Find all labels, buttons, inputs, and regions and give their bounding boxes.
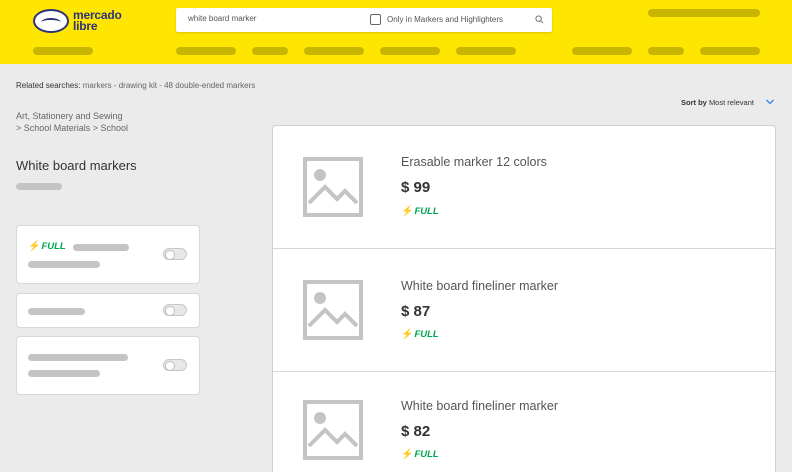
image-placeholder-icon[interactable] (303, 157, 363, 217)
product-price: $ 87 (401, 303, 431, 320)
breadcrumb: Art, Stationery and Sewing > School Mate… (16, 110, 128, 134)
sort-value[interactable]: Most relevant (709, 98, 754, 107)
user-nav-placeholder-2 (648, 47, 684, 55)
product-title[interactable]: White board fineliner marker (401, 399, 558, 413)
full-badge: ⚡ FULL (28, 241, 66, 252)
user-nav-placeholder-3 (700, 47, 760, 55)
search-input[interactable]: white board marker (188, 14, 256, 23)
lightning-bolt-icon: ⚡ (401, 329, 414, 340)
full-label: FULL (414, 206, 439, 217)
full-label: FULL (41, 241, 66, 252)
search-bar[interactable]: white board marker Only in Markers and H… (176, 8, 552, 32)
filter-text-placeholder (28, 354, 128, 361)
related-searches: Related searches: markers - drawing kit … (16, 81, 255, 90)
breadcrumb-line1[interactable]: Art, Stationery and Sewing (16, 110, 128, 122)
logo-text-line2: libre (73, 19, 98, 33)
category-filter-checkbox[interactable] (370, 14, 381, 25)
filter-option-2[interactable] (16, 293, 200, 328)
sort-dropdown[interactable]: Sort by Most relevant (681, 98, 754, 107)
product-price: $ 99 (401, 179, 431, 196)
nav-placeholder-5 (456, 47, 516, 55)
handshake-logo-icon (33, 9, 69, 33)
filter-toggle-2[interactable] (163, 304, 187, 316)
filter-full[interactable]: ⚡ FULL (16, 225, 200, 284)
filter-toggle-3[interactable] (163, 359, 187, 371)
sort-label: Sort by (681, 98, 707, 107)
filter-option-3[interactable] (16, 336, 200, 395)
mercadolibre-logo[interactable]: mercado libre (33, 9, 122, 33)
account-placeholder (648, 9, 760, 17)
related-searches-label: Related searches: (16, 81, 81, 90)
user-nav-placeholder-1 (572, 47, 632, 55)
filter-text-placeholder (73, 244, 129, 251)
product-price: $ 82 (401, 423, 431, 440)
product-item[interactable]: White board fineliner marker $ 87 ⚡ FULL (273, 249, 775, 372)
header: mercado libre white board marker Only in… (0, 0, 792, 64)
nav-placeholder-3 (304, 47, 364, 55)
product-title[interactable]: White board fineliner marker (401, 279, 558, 293)
related-searches-links[interactable]: markers - drawing kit - 48 double-ended … (83, 81, 256, 90)
product-item[interactable]: White board fineliner marker $ 82 ⚡ FULL (273, 372, 775, 472)
full-badge: ⚡ FULL (401, 206, 439, 217)
image-placeholder-icon[interactable] (303, 400, 363, 460)
nav-placeholder-2 (252, 47, 288, 55)
full-label: FULL (414, 449, 439, 460)
nav-placeholder-1 (176, 47, 236, 55)
product-title[interactable]: Erasable marker 12 colors (401, 155, 547, 169)
lightning-bolt-icon: ⚡ (401, 206, 414, 217)
location-placeholder (33, 47, 93, 55)
search-icon[interactable] (535, 15, 544, 24)
filter-text-placeholder (28, 370, 100, 377)
category-filter-label: Only in Markers and Highlighters (387, 15, 504, 24)
full-badge: ⚡ FULL (401, 449, 439, 460)
image-placeholder-icon[interactable] (303, 280, 363, 340)
full-badge: ⚡ FULL (401, 329, 439, 340)
full-label: FULL (414, 329, 439, 340)
results-count-placeholder (16, 183, 62, 190)
chevron-down-icon[interactable] (765, 97, 775, 107)
breadcrumb-line2[interactable]: > School Materials > School (16, 122, 128, 134)
lightning-bolt-icon: ⚡ (28, 241, 41, 252)
category-title: White board markers (16, 158, 137, 173)
results-list: Erasable marker 12 colors $ 99 ⚡ FULL Wh… (272, 125, 776, 472)
nav-placeholder-4 (380, 47, 440, 55)
product-item[interactable]: Erasable marker 12 colors $ 99 ⚡ FULL (273, 126, 775, 249)
full-toggle[interactable] (163, 248, 187, 260)
lightning-bolt-icon: ⚡ (401, 449, 414, 460)
filter-text-placeholder (28, 261, 100, 268)
filter-text-placeholder (28, 308, 85, 315)
